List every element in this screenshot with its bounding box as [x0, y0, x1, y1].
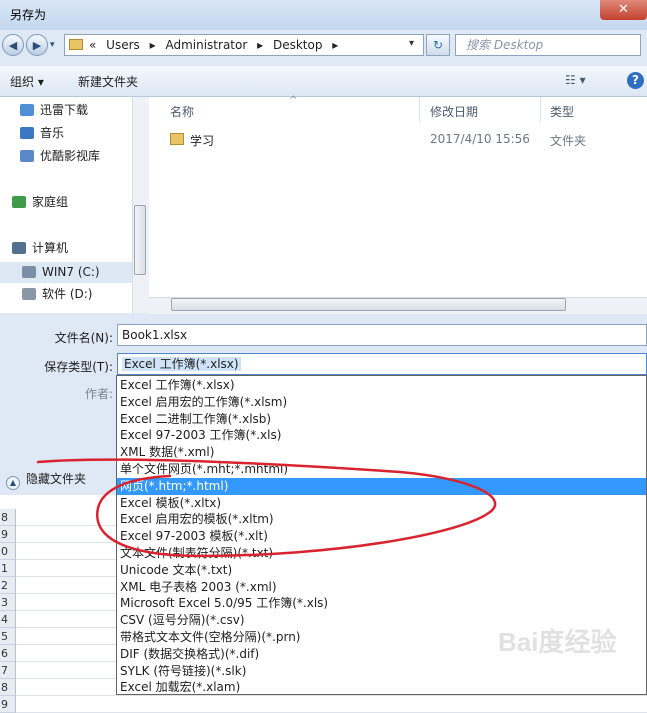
view-options-button[interactable]: ☷ ▾ [565, 73, 586, 87]
sidebar-item-drive-c[interactable]: WIN7 (C:) [0, 262, 132, 283]
window-title: 另存为 [10, 8, 47, 22]
close-button[interactable]: ✕ [600, 0, 647, 20]
drive-c-icon [22, 266, 36, 278]
hide-folders-label: 隐藏文件夹 [26, 472, 87, 486]
filename-field[interactable]: Book1.xlsx [117, 324, 647, 346]
excel-row-header: 7 [0, 662, 16, 679]
back-button[interactable]: ◀ [2, 34, 24, 56]
sidebar-item-xunlei[interactable]: 迅雷下载 [20, 101, 88, 118]
breadcrumb-separator[interactable]: ▸ [332, 38, 338, 52]
filetype-option[interactable]: 单个文件网页(*.mht;*.mhtml) [117, 461, 646, 478]
horizontal-scrollbar-thumb[interactable] [171, 298, 566, 311]
filename-label: 文件名(N): [54, 331, 113, 345]
excel-row-header: 5 [0, 628, 16, 645]
column-header-modified[interactable]: 修改日期 [430, 103, 478, 120]
column-divider[interactable] [419, 97, 420, 123]
excel-row-header: 1 [0, 560, 16, 577]
forward-button[interactable]: ▶ [26, 34, 48, 56]
sidebar-item-label: 音乐 [40, 126, 65, 140]
sort-ascending-icon: ^ [289, 95, 298, 106]
sidebar-item-label: 迅雷下载 [40, 103, 89, 117]
sidebar-item-computer[interactable]: 计算机 [12, 239, 68, 256]
homegroup-icon [12, 196, 26, 208]
new-folder-button[interactable]: 新建文件夹 [78, 73, 138, 90]
list-item[interactable]: 学习 2017/4/10 15:56 文件夹 [160, 128, 647, 150]
filetype-option[interactable]: Excel 启用宏的模板(*.xltm) [117, 511, 646, 528]
filetype-option[interactable]: 网页(*.htm;*.html) [117, 477, 646, 495]
filetype-option[interactable]: Unicode 文本(*.txt) [117, 562, 646, 579]
filetype-label: 保存类型(T): [44, 360, 113, 374]
help-button[interactable]: ? [627, 72, 644, 89]
breadcrumb-desktop[interactable]: Desktop [273, 38, 323, 52]
sidebar-item-label: 计算机 [32, 241, 69, 255]
breadcrumb-separator[interactable]: ▸ [257, 38, 263, 52]
folder-icon [69, 39, 83, 50]
filetype-option[interactable]: SYLK (符号链接)(*.slk) [117, 663, 646, 680]
excel-row-header: 0 [0, 543, 16, 560]
search-input[interactable]: 搜索 Desktop [455, 34, 641, 56]
folder-icon [170, 133, 184, 145]
breadcrumb-users[interactable]: Users [106, 38, 140, 52]
author-label: 作者: [85, 387, 114, 401]
navigation-scrollbar-thumb[interactable] [134, 205, 146, 275]
filetype-option[interactable]: 文本文件(制表符分隔)(*.txt) [117, 545, 646, 562]
column-divider[interactable] [540, 97, 541, 123]
hide-folders-button[interactable]: ▲ 隐藏文件夹 [6, 470, 86, 490]
download-icon [20, 104, 34, 116]
filetype-option[interactable]: Microsoft Excel 5.0/95 工作簿(*.xls) [117, 595, 646, 612]
filetype-option[interactable]: XML 电子表格 2003 (*.xml) [117, 579, 646, 596]
drive-d-icon [22, 288, 36, 300]
title-bar [0, 0, 647, 30]
navigation-pane: 迅雷下载 音乐 优酷影视库 家庭组 计算机 WIN7 (C:) 软件 (D:) [0, 97, 148, 313]
watermark: Bai度经验 [498, 627, 617, 657]
filetype-option[interactable]: Excel 加载宏(*.xlam) [117, 679, 646, 696]
excel-row-header: 2 [0, 577, 16, 594]
filetype-option[interactable]: Excel 97-2003 模板(*.xlt) [117, 528, 646, 545]
filetype-option[interactable]: Excel 模板(*.xltx) [117, 495, 646, 512]
organize-menu[interactable]: 组织 ▾ [10, 73, 44, 90]
column-header-name[interactable]: 名称 [170, 103, 194, 120]
history-dropdown-icon[interactable]: ▾ [50, 40, 55, 50]
sidebar-item-label: WIN7 (C:) [42, 265, 100, 279]
excel-row-header: 3 [0, 594, 16, 611]
sidebar-item-youku[interactable]: 优酷影视库 [20, 147, 100, 164]
sidebar-item-label: 软件 (D:) [42, 287, 93, 301]
file-modified: 2017/4/10 15:56 [430, 132, 530, 146]
column-header-type[interactable]: 类型 [550, 103, 574, 120]
collapse-icon: ▲ [6, 476, 20, 490]
excel-row-header: 4 [0, 611, 16, 628]
excel-row-header: 9 [0, 526, 16, 543]
filetype-option[interactable]: Excel 启用宏的工作簿(*.xlsm) [117, 394, 646, 411]
sidebar-item-music[interactable]: 音乐 [20, 124, 64, 141]
address-dropdown-icon[interactable]: ▾ [409, 38, 414, 49]
file-name: 学习 [190, 134, 215, 148]
excel-row-header: 9 [0, 696, 16, 713]
filetype-option[interactable]: XML 数据(*.xml) [117, 444, 646, 461]
breadcrumb-separator[interactable]: ▸ [150, 38, 156, 52]
excel-row-header: 8 [0, 679, 16, 696]
address-bar[interactable]: « Users ▸ Administrator ▸ Desktop ▸ ▾ [64, 34, 424, 56]
excel-row-header: 6 [0, 645, 16, 662]
music-icon [20, 127, 34, 139]
filetype-option[interactable]: Excel 二进制工作簿(*.xlsb) [117, 411, 646, 428]
filetype-select[interactable]: Excel 工作簿(*.xlsx) [117, 353, 647, 375]
sidebar-item-homegroup[interactable]: 家庭组 [12, 193, 68, 210]
breadcrumb-administrator[interactable]: Administrator [165, 38, 247, 52]
computer-icon [12, 242, 26, 254]
filetype-option[interactable]: Excel 97-2003 工作簿(*.xls) [117, 427, 646, 444]
sidebar-item-label: 优酷影视库 [40, 149, 101, 163]
filetype-selected-value: Excel 工作簿(*.xlsx) [122, 357, 241, 371]
file-type: 文件夹 [550, 134, 587, 148]
excel-row-header: 8 [0, 509, 16, 526]
refresh-button[interactable]: ↻ [426, 34, 450, 56]
sidebar-item-drive-d[interactable]: 软件 (D:) [22, 285, 92, 302]
sidebar-item-label: 家庭组 [32, 195, 69, 209]
filetype-option[interactable]: Excel 工作簿(*.xlsx) [117, 377, 646, 394]
breadcrumb: « Users ▸ Administrator ▸ Desktop ▸ [89, 38, 344, 52]
video-library-icon [20, 150, 34, 162]
breadcrumb-overflow[interactable]: « [89, 38, 96, 52]
